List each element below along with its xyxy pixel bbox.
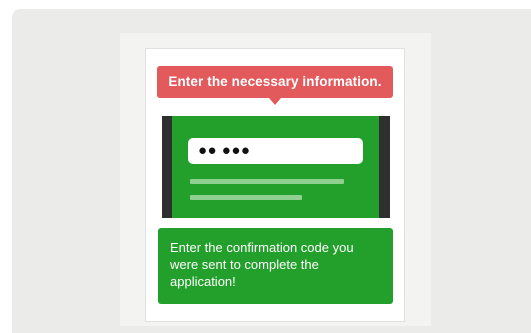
confirmation-code-field: ●● ●●● xyxy=(188,138,363,164)
placeholder-text-line xyxy=(190,179,344,184)
confirmation-message: Enter the confirmation code you were sen… xyxy=(158,228,393,304)
instruction-tooltip: Enter the necessary information. xyxy=(157,66,393,98)
placeholder-text-line xyxy=(190,195,302,200)
tooltip-pointer xyxy=(269,98,281,105)
device-screen-content xyxy=(172,116,379,218)
